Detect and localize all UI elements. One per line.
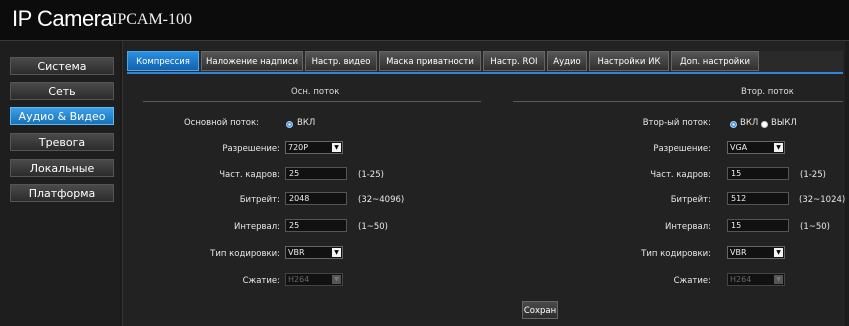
- sub-bitrate-label: Битрейт:: [670, 195, 711, 205]
- main-resolution-label: Разрешение:: [222, 144, 280, 154]
- sidebar-item-system[interactable]: Система: [10, 57, 114, 75]
- tab-underline: [127, 72, 843, 74]
- sub-framerate-label: Част. кадров:: [650, 170, 711, 180]
- chevron-down-icon: ▼: [774, 275, 783, 284]
- sub-stream-divider: [513, 101, 843, 102]
- tab-audio[interactable]: Аудио: [547, 51, 587, 71]
- sub-interval-range: (1~50): [800, 222, 830, 232]
- tab-video-settings[interactable]: Настр. видео: [305, 51, 377, 71]
- main-encoding-select[interactable]: VBR ▼: [285, 246, 343, 259]
- sub-stream-title: Втор. поток: [741, 87, 794, 97]
- main-encoding-label: Тип кодировки:: [210, 249, 280, 259]
- sub-stream-on-radio[interactable]: [730, 121, 737, 128]
- main-compression-select: H264 ▼: [285, 273, 343, 286]
- main-content: Компрессия Наложение надписи Настр. виде…: [122, 41, 845, 326]
- sub-bitrate-range: (32~1024): [799, 195, 846, 205]
- sub-interval-label: Интервал:: [664, 222, 711, 232]
- sub-encoding-label: Тип кодировки:: [641, 249, 711, 259]
- sub-encoding-value: VBR: [730, 248, 747, 257]
- sidebar-item-local[interactable]: Локальные: [10, 159, 114, 177]
- sub-framerate-range: (1-25): [800, 170, 826, 180]
- sidebar-item-network[interactable]: Сеть: [10, 82, 114, 100]
- main-stream-on-radio[interactable]: [286, 121, 293, 128]
- chevron-down-icon: ▼: [774, 248, 783, 257]
- tab-privacy-mask[interactable]: Маска приватности: [379, 51, 481, 71]
- sub-compression-value: H264: [730, 275, 752, 284]
- tab-roi[interactable]: Настр. ROI: [483, 51, 545, 71]
- sidebar-item-alarm[interactable]: Тревога: [10, 133, 114, 151]
- sub-bitrate-input[interactable]: 512: [727, 192, 789, 205]
- tab-overlay[interactable]: Наложение надписи: [201, 51, 303, 71]
- sidebar-item-platform[interactable]: Платформа: [10, 184, 114, 202]
- main-stream-label: Основной поток:: [183, 118, 259, 128]
- main-bitrate-input[interactable]: 2048: [285, 192, 347, 205]
- main-stream-title: Осн. поток: [291, 87, 340, 97]
- sub-compression-label: Сжатие:: [673, 276, 711, 286]
- tab-compression[interactable]: Компрессия: [127, 51, 199, 71]
- sub-encoding-select[interactable]: VBR ▼: [727, 246, 785, 259]
- sub-resolution-value: VGA: [730, 143, 748, 152]
- main-bitrate-range: (32~4096): [358, 195, 405, 205]
- chevron-down-icon: ▼: [774, 143, 783, 152]
- sub-resolution-label: Разрешение:: [653, 144, 711, 154]
- main-compression-label: Сжатие:: [242, 276, 280, 286]
- main-framerate-range: (1-25): [358, 170, 384, 180]
- main-bitrate-label: Битрейт:: [239, 195, 280, 205]
- sub-stream-off-radio[interactable]: [761, 121, 768, 128]
- main-interval-label: Интервал:: [233, 222, 280, 232]
- top-header: IP Camera IPCAM-100: [0, 0, 849, 41]
- sidebar: Система Сеть Аудио & Видео Тревога Локал…: [0, 41, 120, 326]
- sub-stream-label: Втор-ый поток:: [642, 118, 711, 128]
- main-resolution-value: 720P: [288, 143, 309, 152]
- main-framerate-label: Част. кадров:: [219, 170, 280, 180]
- sidebar-item-audio-video[interactable]: Аудио & Видео: [10, 107, 114, 125]
- tab-ir-settings[interactable]: Настройки ИК: [589, 51, 669, 71]
- save-button[interactable]: Сохран: [522, 301, 558, 319]
- main-interval-input[interactable]: 25: [285, 219, 347, 232]
- tab-advanced[interactable]: Доп. настройки: [671, 51, 759, 71]
- sub-interval-input[interactable]: 15: [727, 219, 789, 232]
- chevron-down-icon: ▼: [332, 143, 341, 152]
- sub-stream-off-label: ВЫКЛ: [771, 118, 797, 128]
- sub-stream-on-label: ВКЛ: [740, 118, 759, 128]
- sub-framerate-input[interactable]: 15: [727, 167, 789, 180]
- brand-title: IP Camera: [12, 6, 113, 31]
- main-interval-range: (1~50): [358, 222, 388, 232]
- sub-resolution-select[interactable]: VGA ▼: [727, 141, 785, 154]
- chevron-down-icon: ▼: [332, 248, 341, 257]
- main-encoding-value: VBR: [288, 248, 305, 257]
- main-stream-divider: [143, 101, 481, 102]
- main-framerate-input[interactable]: 25: [285, 167, 347, 180]
- main-compression-value: H264: [288, 275, 310, 284]
- sub-compression-select: H264 ▼: [727, 273, 785, 286]
- chevron-down-icon: ▼: [332, 275, 341, 284]
- model-name: IPCAM-100: [112, 11, 193, 28]
- main-stream-on-label: ВКЛ: [297, 118, 316, 128]
- main-resolution-select[interactable]: 720P ▼: [285, 141, 343, 154]
- tab-bar: Компрессия Наложение надписи Настр. виде…: [127, 51, 843, 73]
